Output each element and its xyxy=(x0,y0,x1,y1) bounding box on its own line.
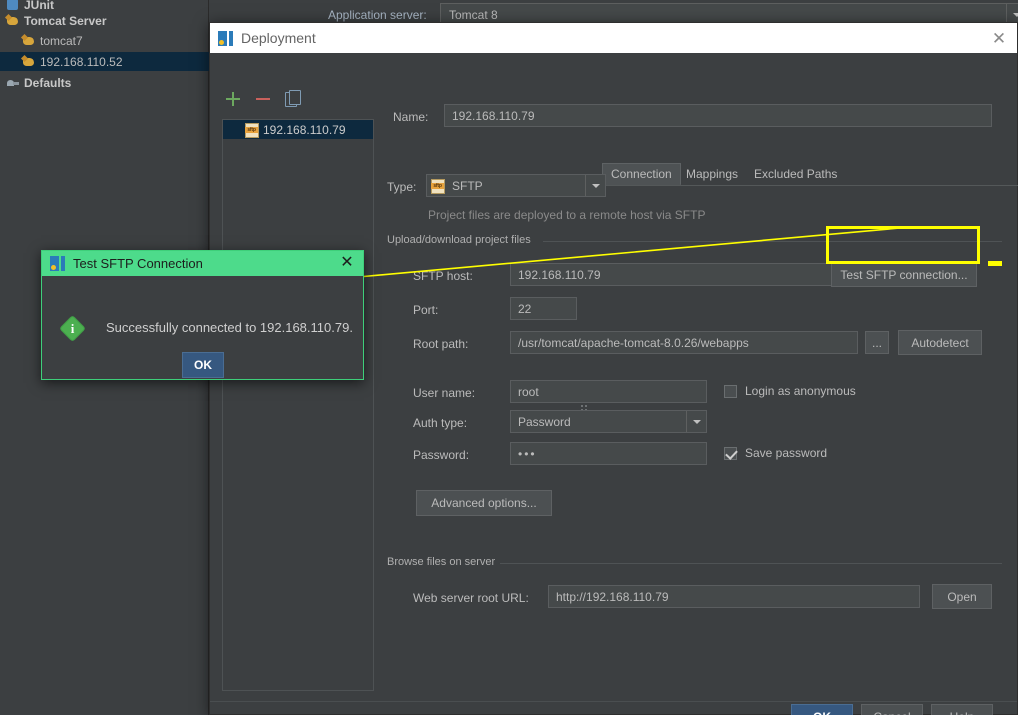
password-input[interactable]: ••• xyxy=(510,442,707,465)
close-icon[interactable]: ✕ xyxy=(338,254,356,272)
list-item-label: 192.168.110.79 xyxy=(263,122,346,137)
user-name-label: User name: xyxy=(413,386,476,400)
intellij-logo-icon xyxy=(50,256,65,271)
tab-mappings[interactable]: Mappings xyxy=(677,163,747,185)
close-icon[interactable]: ✕ xyxy=(989,28,1009,48)
junit-icon xyxy=(6,0,20,11)
browse-group-label: Browse files on server xyxy=(387,556,502,568)
user-name-input[interactable]: root xyxy=(510,380,707,403)
popup-ok-button[interactable]: OK xyxy=(182,352,224,378)
login-anonymous-label: Login as anonymous xyxy=(745,384,856,398)
tree-item-label: JUnit xyxy=(24,0,54,12)
tree-item-tomcat-server[interactable]: Tomcat Server xyxy=(0,11,209,30)
root-path-browse-button[interactable]: ... xyxy=(865,331,889,354)
server-list-toolbar xyxy=(224,87,384,111)
save-password-label: Save password xyxy=(745,446,828,460)
footer-divider xyxy=(210,701,1017,702)
port-label: Port: xyxy=(413,303,439,317)
popup-title: Test SFTP Connection xyxy=(73,256,203,271)
port-input[interactable]: 22 xyxy=(510,297,577,320)
type-combo[interactable]: SFTP xyxy=(426,174,606,197)
type-label: Type: xyxy=(387,180,417,194)
open-url-button[interactable]: Open xyxy=(932,584,992,609)
type-hint: Project files are deployed to a remote h… xyxy=(428,208,706,222)
popup-title-bar: Test SFTP Connection ✕ xyxy=(42,251,363,276)
tomcat-icon xyxy=(22,34,36,47)
test-sftp-connection-popup: Test SFTP Connection ✕ i Successfully co… xyxy=(41,250,364,380)
dialog-title-bar: Deployment ✕ xyxy=(210,23,1017,53)
root-path-label: Root path: xyxy=(413,337,469,351)
tree-item-label: tomcat7 xyxy=(40,33,83,48)
annotation-highlight-dash xyxy=(988,261,1002,266)
application-server-label: Application server: xyxy=(328,8,427,22)
web-root-url-input[interactable]: http://192.168.110.79 xyxy=(548,585,920,608)
list-item[interactable]: 192.168.110.79 xyxy=(223,120,373,139)
chevron-down-icon[interactable] xyxy=(585,175,605,196)
intellij-logo-icon xyxy=(218,30,233,46)
defaults-icon xyxy=(6,76,20,89)
auth-type-combo[interactable]: Password xyxy=(510,410,707,433)
advanced-options-button[interactable]: Advanced options... xyxy=(416,490,552,516)
server-list: 192.168.110.79 xyxy=(222,119,374,691)
tab-bar: Connection Mappings Excluded Paths xyxy=(602,163,1018,186)
screen-root: JUnit Tomcat Server tomcat7 192.168.110.… xyxy=(0,0,1018,715)
save-password-checkbox[interactable]: Save password xyxy=(724,446,827,460)
checkbox-box xyxy=(724,446,737,460)
tree-item-label: Tomcat Server xyxy=(24,13,107,28)
password-label: Password: xyxy=(413,448,470,462)
info-icon: i xyxy=(59,315,86,342)
popup-body: i Successfully connected to 192.168.110.… xyxy=(42,276,363,380)
sftp-icon xyxy=(431,179,445,194)
name-label: Name: xyxy=(393,110,429,124)
info-icon-glyph: i xyxy=(70,320,75,336)
tree-item-defaults[interactable]: Defaults xyxy=(0,73,209,92)
name-input[interactable]: 192.168.110.79 xyxy=(444,104,992,127)
chevron-down-icon[interactable] xyxy=(686,411,706,432)
tree-item-label: Defaults xyxy=(24,75,72,90)
auth-type-label: Auth type: xyxy=(413,416,468,430)
dialog-body: 192.168.110.79 Name: 192.168.110.79 Conn… xyxy=(210,53,1018,715)
web-root-url-label: Web server root URL: xyxy=(413,591,529,605)
application-server-value: Tomcat 8 xyxy=(449,7,498,22)
tree-item-tomcat7[interactable]: tomcat7 xyxy=(0,31,209,50)
sftp-host-input[interactable]: 192.168.110.79 xyxy=(510,263,848,286)
ok-button[interactable]: OK xyxy=(791,704,853,715)
checkbox-box xyxy=(724,384,737,398)
tree-item-label: 192.168.110.52 xyxy=(40,54,123,69)
sftp-icon xyxy=(245,123,259,138)
browse-group-divider xyxy=(500,563,1002,564)
add-server-button[interactable] xyxy=(224,90,242,108)
tab-connection[interactable]: Connection xyxy=(602,163,681,185)
login-anonymous-checkbox[interactable]: Login as anonymous xyxy=(724,384,856,398)
upload-group-label: Upload/download project files xyxy=(387,234,537,246)
sftp-host-label: SFTP host: xyxy=(413,269,473,283)
help-button[interactable]: Help xyxy=(931,704,993,715)
popup-message: Successfully connected to 192.168.110.79… xyxy=(106,320,353,335)
auth-type-value: Password xyxy=(518,414,571,429)
dialog-title: Deployment xyxy=(241,30,316,46)
remove-server-button[interactable] xyxy=(254,90,272,108)
cancel-button[interactable]: Cancel xyxy=(861,704,923,715)
autodetect-button[interactable]: Autodetect xyxy=(898,330,982,355)
tree-item-192-168-110-52[interactable]: 192.168.110.52 xyxy=(0,52,209,71)
copy-server-button[interactable] xyxy=(284,90,302,108)
tab-excluded-paths[interactable]: Excluded Paths xyxy=(745,163,846,185)
root-path-input[interactable]: /usr/tomcat/apache-tomcat-8.0.26/webapps xyxy=(510,331,858,354)
type-value: SFTP xyxy=(452,178,483,193)
tomcat-icon xyxy=(22,55,36,68)
tomcat-icon xyxy=(6,14,20,27)
test-sftp-connection-button[interactable]: Test SFTP connection... xyxy=(831,262,977,287)
tab-underline xyxy=(602,185,1018,186)
annotation-highlight-rect xyxy=(826,226,980,264)
